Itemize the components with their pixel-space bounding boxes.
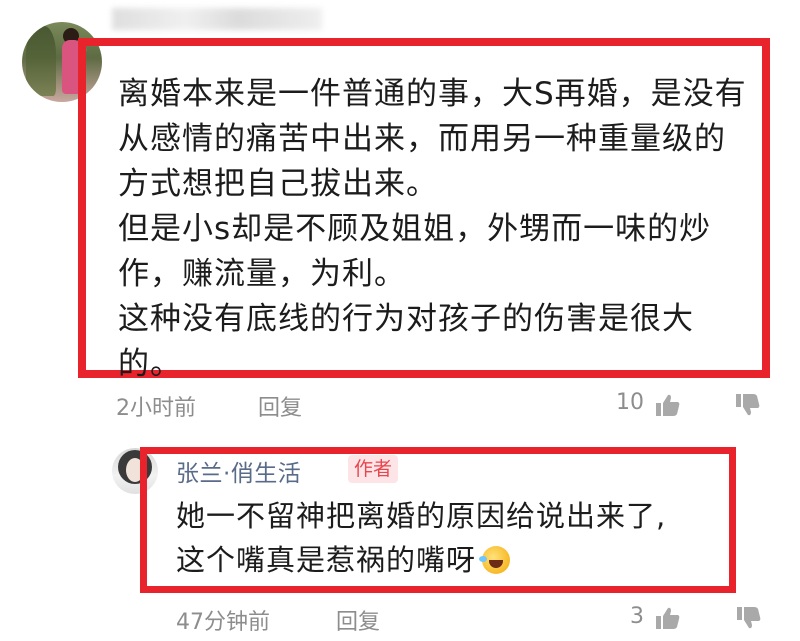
- comment-line: 从感情的痛苦中出来，而用另一种重量级的: [118, 121, 726, 157]
- reply-line: 这个嘴真是惹祸的嘴呀: [176, 538, 736, 582]
- comment-line: 作，赚流量，为利。: [118, 256, 406, 292]
- reply-body: 她一不留神把离婚的原因给说出来了, 这个嘴真是惹祸的嘴呀: [176, 494, 736, 582]
- reply-like-count: 3: [630, 604, 644, 629]
- comment-timestamp: 2小时前: [116, 396, 196, 421]
- thumbs-down-icon[interactable]: [735, 393, 761, 417]
- thumbs-down-icon[interactable]: [736, 606, 762, 630]
- reply-line-text: 这个嘴真是惹祸的嘴呀: [176, 543, 477, 577]
- comment-like-count: 10: [616, 390, 644, 415]
- comment-line: 离婚本来是一件普通的事，大S再婚，是没有: [118, 76, 747, 112]
- thumbs-up-icon[interactable]: [655, 606, 681, 630]
- reply-line: 她一不留神把离婚的原因给说出来了,: [176, 499, 667, 533]
- comment-line: 方式想把自己拔出来。: [118, 166, 438, 202]
- reply-reply-button[interactable]: 回复: [336, 604, 380, 636]
- comment-body: 离婚本来是一件普通的事，大S再婚，是没有 从感情的痛苦中出来，而用另一种重量级的…: [118, 72, 768, 387]
- blurred-username: [112, 8, 322, 30]
- reply-timestamp: 47分钟前: [176, 610, 270, 635]
- comment-reply-button[interactable]: 回复: [258, 390, 302, 422]
- comment-line: 这种没有底线的行为对孩子的伤害是很大: [118, 301, 694, 337]
- comment-line: 但是小s却是不顾及姐姐，外甥而一味的炒: [118, 211, 712, 247]
- laughing-tears-emoji-icon: [479, 546, 511, 574]
- thumbs-up-icon[interactable]: [655, 393, 681, 417]
- comment-line: 的。: [118, 346, 182, 382]
- avatar-background: [26, 26, 56, 96]
